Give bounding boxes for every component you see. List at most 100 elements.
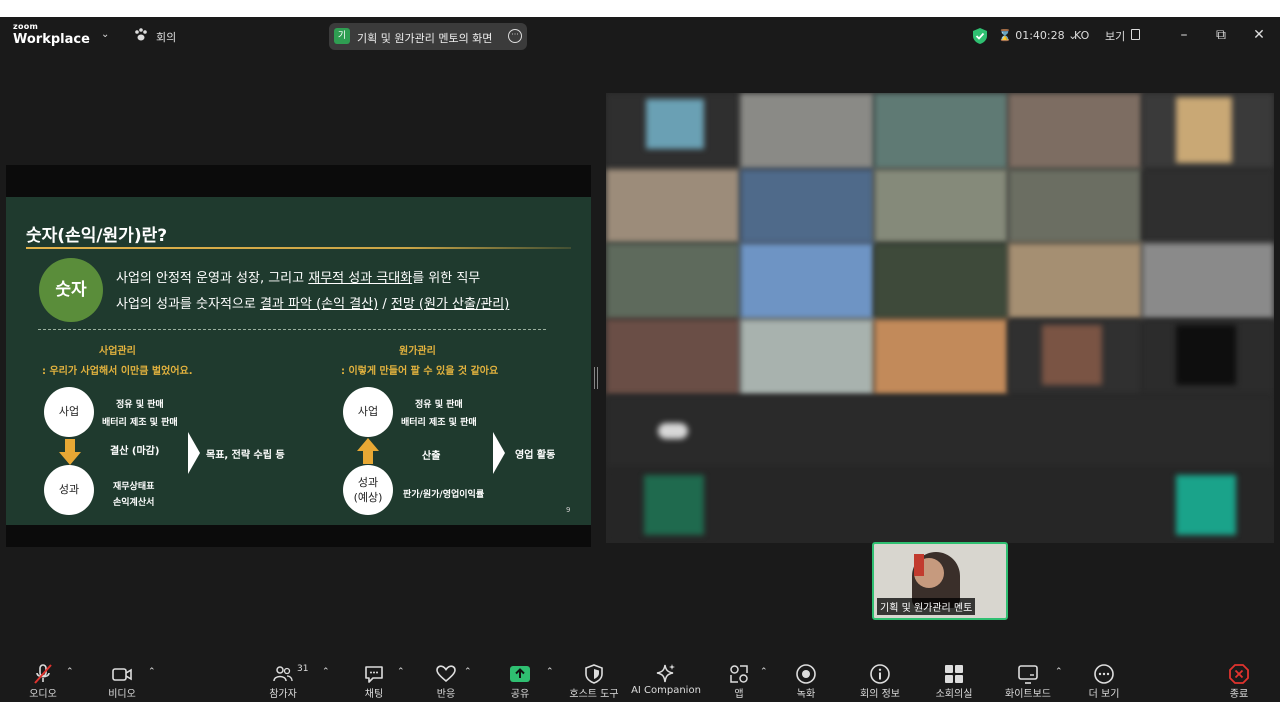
chevron-up-icon[interactable]: ⌃ — [322, 667, 330, 677]
chevron-up-icon[interactable]: ⌃ — [148, 667, 156, 677]
sparkle-icon — [656, 664, 675, 683]
whiteboard-icon — [1018, 665, 1038, 684]
video-tile[interactable] — [606, 395, 1274, 469]
note-refining: 정유 및 판매 — [116, 400, 164, 410]
more-options-icon[interactable]: ··· — [508, 29, 522, 43]
host-tools-label: 호스트 도구 — [569, 689, 619, 700]
breakout-rooms-button[interactable]: 소회의실 — [919, 655, 989, 702]
goal-strategy-label: 목표, 전략 수립 등 — [206, 450, 285, 461]
self-view-tile[interactable]: 기획 및 원가관리 멘토 — [872, 542, 1008, 620]
record-button[interactable]: 녹화 — [771, 655, 841, 702]
apps-icon — [730, 665, 748, 683]
reactions-button[interactable]: 반응 — [411, 655, 481, 702]
chevron-right-icon — [493, 432, 505, 474]
video-tile[interactable] — [1008, 169, 1142, 243]
video-tile[interactable] — [740, 243, 874, 319]
more-button[interactable]: 더 보기 — [1069, 655, 1139, 702]
video-tile — [646, 99, 704, 149]
video-tile[interactable] — [606, 169, 740, 243]
business-management-heading: 사업관리 — [99, 346, 136, 357]
chat-icon — [365, 666, 383, 683]
participants-button[interactable]: 참가자 — [248, 655, 318, 702]
view-button[interactable]: 보기 — [1105, 28, 1125, 44]
slide-title: 숫자(손익/원가)란? — [26, 226, 168, 246]
video-label: 비디오 — [108, 689, 136, 700]
share-title: 기획 및 원가관리 멘토의 화면 — [357, 32, 493, 45]
host-tools-button[interactable]: 호스트 도구 — [559, 655, 629, 702]
record-label: 녹화 — [796, 689, 816, 700]
language-selector[interactable]: KO — [1074, 29, 1089, 42]
video-tile[interactable] — [874, 169, 1008, 243]
sales-activity-label: 영업 활동 — [515, 450, 556, 461]
end-meeting-button[interactable]: 종료 — [1204, 655, 1274, 702]
share-screen-icon — [510, 666, 530, 682]
video-tile[interactable] — [1008, 243, 1142, 319]
audio-button[interactable]: 오디오 — [8, 655, 78, 702]
video-tile[interactable] — [740, 169, 874, 243]
grid-icon — [945, 665, 963, 683]
meeting-info-button[interactable]: 회의 정보 — [845, 655, 915, 702]
meeting-label[interactable]: 회의 — [156, 29, 176, 45]
camera-icon — [112, 668, 132, 681]
participants-icon — [273, 666, 293, 682]
audio-label: 오디오 — [29, 689, 57, 700]
note-income-statement: 손익계산서 — [113, 498, 155, 508]
video-tile[interactable] — [1142, 243, 1274, 319]
video-button[interactable]: 비디오 — [87, 655, 157, 702]
video-tile[interactable] — [874, 243, 1008, 319]
dashed-divider — [38, 329, 546, 330]
video-tile[interactable] — [874, 319, 1008, 395]
video-tile[interactable] — [740, 319, 874, 395]
paw-icon — [135, 28, 147, 41]
apps-button[interactable]: 앱 — [704, 655, 774, 702]
meeting-info-label: 회의 정보 — [860, 689, 900, 700]
minimize-icon[interactable]: – — [1174, 25, 1194, 45]
note-price-cost-margin: 판가/원가/영업이익률 — [403, 490, 485, 500]
video-tile[interactable] — [1142, 169, 1274, 243]
arrow-up-icon — [357, 438, 379, 464]
title-underline — [26, 247, 571, 249]
video-tile — [658, 423, 688, 439]
close-icon[interactable]: ✕ — [1249, 25, 1269, 45]
video-tile — [1176, 325, 1236, 385]
zoom-window: zoom Workplace ⌄ 회의 기 기획 및 원가관리 멘토의 화면 ·… — [0, 17, 1280, 702]
whiteboard-button[interactable]: 화이트보드 — [993, 655, 1063, 702]
zoom-logo[interactable]: zoom Workplace — [13, 23, 90, 47]
participant-gallery — [606, 93, 1274, 543]
end-call-icon — [1229, 664, 1249, 684]
note-battery-right: 배터리 제조 및 판매 — [401, 418, 477, 428]
video-tile[interactable] — [606, 469, 1274, 543]
chevron-up-icon[interactable]: ⌃ — [760, 667, 768, 677]
brand-main: Workplace — [13, 32, 90, 47]
video-tile[interactable] — [874, 93, 1008, 169]
reactions-label: 반응 — [436, 689, 456, 700]
resize-splitter[interactable] — [594, 367, 598, 389]
meeting-toolbar: 오디오 ⌃ 비디오 ⌃ 참가자 31 ⌃ 채팅 ⌃ 반응 ⌃ 공유 ⌃ 호스트 … — [0, 655, 1280, 702]
video-tile[interactable] — [1008, 93, 1142, 169]
note-balance-sheet: 재무상태표 — [113, 482, 155, 492]
view-layout-icon[interactable] — [1131, 29, 1140, 40]
ai-companion-button[interactable]: AI Companion — [631, 655, 701, 702]
slide-page-number: 9 — [566, 506, 571, 514]
meeting-timer[interactable]: ⌛ 01:40:28 ⌄ — [998, 29, 1077, 42]
chevron-down-icon[interactable]: ⌄ — [101, 29, 109, 40]
chevron-up-icon[interactable]: ⌃ — [1055, 667, 1063, 677]
chat-button[interactable]: 채팅 — [339, 655, 409, 702]
share-button[interactable]: 공유 — [485, 655, 555, 702]
definition-line-1: 사업의 안정적 운영과 성장, 그리고 재무적 성과 극대화를 위한 직무 — [116, 271, 481, 286]
video-tile[interactable] — [740, 93, 874, 169]
chevron-up-icon[interactable]: ⌃ — [66, 667, 74, 677]
chevron-up-icon[interactable]: ⌃ — [546, 667, 554, 677]
security-shield-icon[interactable] — [972, 27, 988, 45]
video-tile[interactable] — [606, 243, 740, 319]
screen-share-indicator[interactable]: 기 기획 및 원가관리 멘토의 화면 ··· — [329, 23, 527, 50]
chevron-up-icon[interactable]: ⌃ — [464, 667, 472, 677]
chevron-up-icon[interactable]: ⌃ — [397, 667, 405, 677]
business-circle-right: 사업 — [343, 387, 393, 437]
video-tile[interactable] — [606, 319, 740, 395]
title-bar: zoom Workplace ⌄ 회의 기 기획 및 원가관리 멘토의 화면 ·… — [0, 17, 1280, 55]
chat-label: 채팅 — [364, 689, 384, 700]
video-tile — [644, 475, 704, 535]
arrow-down-icon — [59, 439, 81, 465]
restore-icon[interactable]: ⧉ — [1211, 25, 1231, 45]
